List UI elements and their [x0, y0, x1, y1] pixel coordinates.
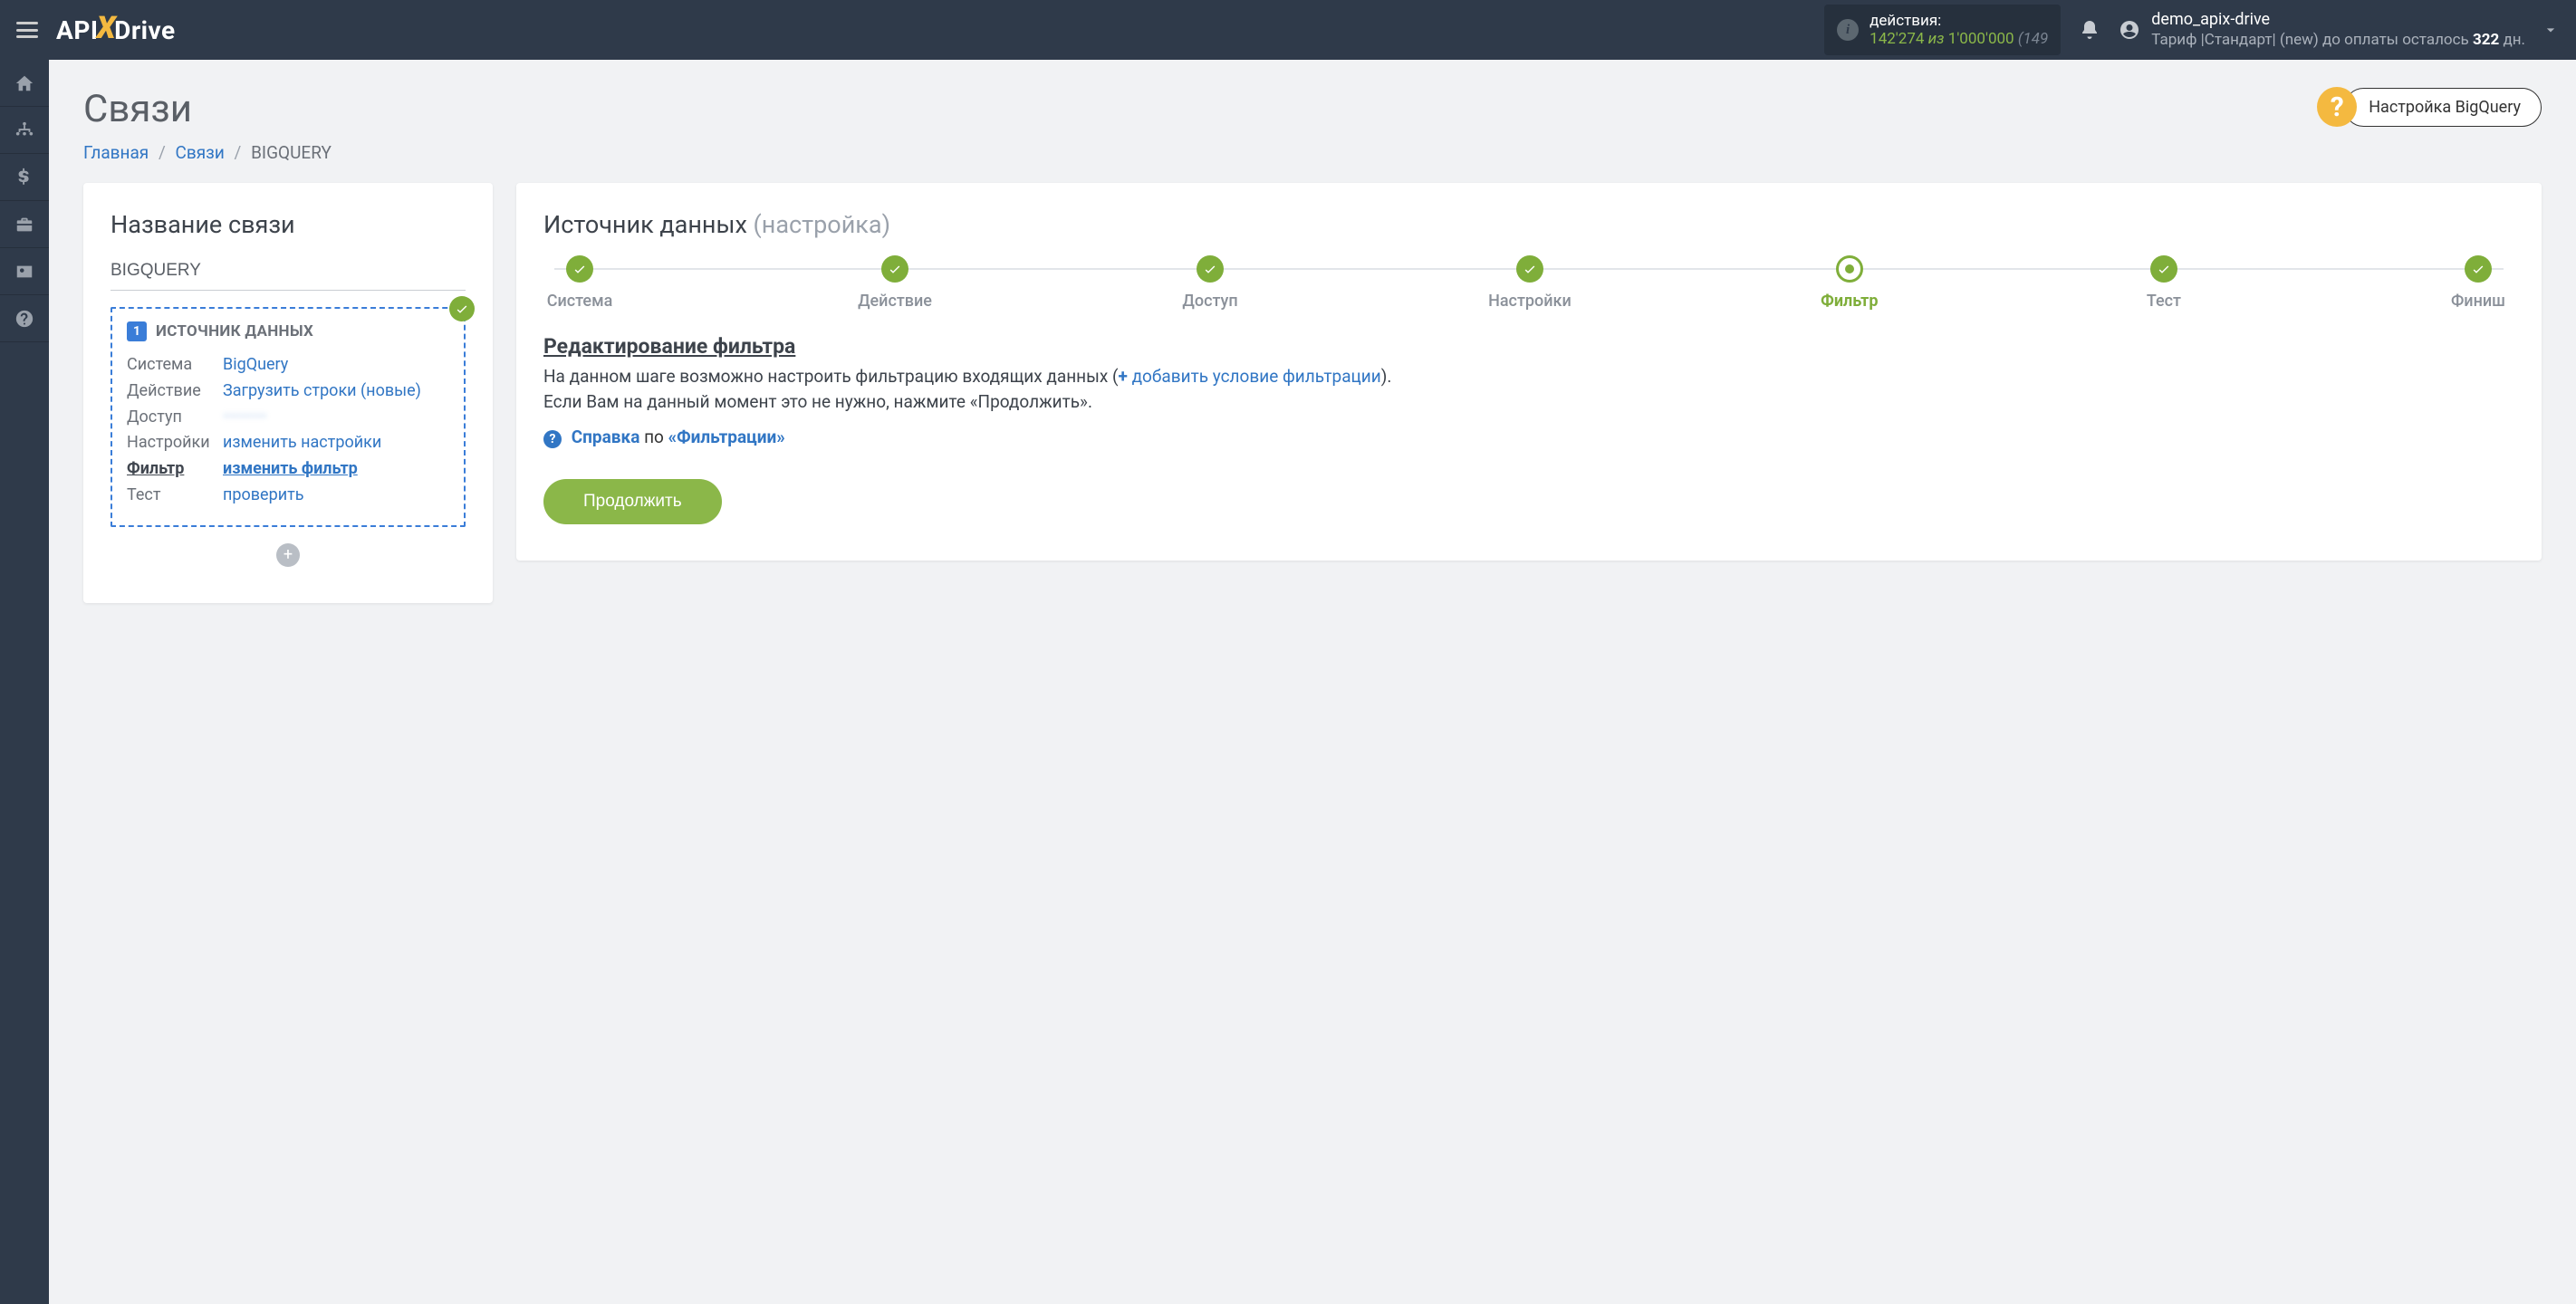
- kv-key: Система: [127, 352, 223, 379]
- user-menu[interactable]: demo_apix-drive Тариф |Стандарт| (new) д…: [2119, 10, 2560, 50]
- kv-val[interactable]: ••••••••: [223, 405, 267, 431]
- kv-row: Тестпроверить: [127, 483, 449, 509]
- step-Финиш[interactable]: Финиш: [2442, 255, 2514, 311]
- step-Настройки[interactable]: Настройки: [1488, 255, 1572, 311]
- topbar: APIXDrive i действия: 142'274 из 1'000'0…: [0, 0, 2576, 60]
- source-number: 1: [127, 321, 147, 341]
- source-config-card: Источник данных (настройка) Система Дейст…: [516, 183, 2542, 561]
- kv-val[interactable]: Загрузить строки (новые): [223, 379, 421, 405]
- step-dot: [881, 255, 908, 283]
- kv-val[interactable]: изменить настройки: [223, 430, 381, 456]
- question-icon: ?: [543, 430, 562, 448]
- source-config-title: Источник данных (настройка): [543, 210, 2514, 239]
- breadcrumb-links[interactable]: Связи: [176, 142, 225, 163]
- actions-total: 1'000'000: [1948, 30, 2014, 48]
- help-link[interactable]: Справка: [572, 427, 640, 447]
- main-content: Связи ? Настройка BigQuery Главная / Свя…: [49, 60, 2576, 1304]
- step-dot: [2150, 255, 2177, 283]
- kv-key: Доступ: [127, 405, 223, 431]
- sidebar-billing[interactable]: [0, 154, 49, 201]
- info-icon: i: [1837, 19, 1859, 41]
- help-icon: ?: [2317, 87, 2357, 127]
- sidebar-briefcase[interactable]: [0, 201, 49, 248]
- connection-name-input[interactable]: [111, 255, 466, 291]
- kv-key: Фильтр: [127, 456, 223, 483]
- breadcrumb-current: BIGQUERY: [251, 142, 332, 163]
- bell-icon[interactable]: [2079, 19, 2100, 41]
- sidebar: [0, 60, 49, 1304]
- user-plan: Тариф |Стандарт| (new) до оплаты осталос…: [2151, 31, 2525, 50]
- continue-button[interactable]: Продолжить: [543, 479, 722, 524]
- step-label: Тест: [2147, 292, 2181, 311]
- step-Система[interactable]: Система: [543, 255, 616, 311]
- kv-row: ДействиеЗагрузить строки (новые): [127, 379, 449, 405]
- sidebar-help[interactable]: [0, 295, 49, 342]
- help-topic-link[interactable]: «Фильтрации»: [668, 427, 785, 447]
- add-step-button[interactable]: +: [276, 543, 300, 567]
- step-dot: [1197, 255, 1224, 283]
- breadcrumb-home[interactable]: Главная: [83, 142, 149, 163]
- step-label: Доступ: [1182, 292, 1237, 311]
- kv-row: Фильтризменить фильтр: [127, 456, 449, 483]
- step-label: Действие: [858, 292, 932, 311]
- step-dot: [2465, 255, 2492, 283]
- step-label: Настройки: [1488, 292, 1572, 311]
- connection-title: Название связи: [111, 210, 466, 239]
- kv-key: Настройки: [127, 430, 223, 456]
- kv-key: Тест: [127, 483, 223, 509]
- step-dot: [1836, 255, 1863, 283]
- connection-card: Название связи 1 ИСТОЧНИК ДАННЫХ Система…: [83, 183, 493, 603]
- filter-description: На данном шаге возможно настроить фильтр…: [543, 364, 2514, 414]
- stepper: Система Действие Доступ Настройки Фильтр Тест…: [543, 255, 2514, 311]
- step-Фильтр[interactable]: Фильтр: [1813, 255, 1886, 311]
- kv-val[interactable]: изменить фильтр: [223, 456, 358, 483]
- filter-heading: Редактирование фильтра: [543, 334, 2514, 359]
- step-Тест[interactable]: Тест: [2128, 255, 2200, 311]
- actions-tail: (149: [2018, 30, 2048, 48]
- kv-val[interactable]: проверить: [223, 483, 304, 509]
- check-icon: [449, 296, 475, 321]
- sidebar-home[interactable]: [0, 60, 49, 107]
- kv-val[interactable]: BigQuery: [223, 352, 288, 379]
- help-button[interactable]: ? Настройка BigQuery: [2317, 87, 2542, 127]
- page-title: Связи: [83, 87, 192, 131]
- actions-iz: из: [1928, 30, 1945, 48]
- kv-row: СистемаBigQuery: [127, 352, 449, 379]
- step-Доступ[interactable]: Доступ: [1174, 255, 1246, 311]
- step-label: Финиш: [2451, 292, 2505, 311]
- chevron-down-icon[interactable]: [2542, 21, 2560, 39]
- kv-key: Действие: [127, 379, 223, 405]
- source-head-label: ИСТОЧНИК ДАННЫХ: [156, 322, 313, 340]
- source-box: 1 ИСТОЧНИК ДАННЫХ СистемаBigQueryДействи…: [111, 307, 466, 527]
- kv-row: Настройкиизменить настройки: [127, 430, 449, 456]
- help-line: ? Справка по «Фильтрации»: [543, 427, 2514, 448]
- user-icon: [2119, 19, 2140, 41]
- logo[interactable]: APIXDrive: [56, 12, 176, 48]
- menu-toggle[interactable]: [16, 22, 38, 38]
- breadcrumb: Главная / Связи / BIGQUERY: [83, 142, 2542, 163]
- help-button-label: Настройка BigQuery: [2344, 88, 2542, 127]
- sidebar-contacts[interactable]: [0, 248, 49, 295]
- actions-used: 142'274: [1870, 30, 1924, 48]
- step-dot: [1516, 255, 1543, 283]
- actions-label: действия:: [1870, 12, 2048, 30]
- add-filter-link[interactable]: добавить условие фильтрации: [1132, 366, 1381, 387]
- actions-counter: i действия: 142'274 из 1'000'000 (149: [1824, 5, 2061, 56]
- step-label: Система: [547, 292, 613, 311]
- sidebar-connections[interactable]: [0, 107, 49, 154]
- user-name: demo_apix-drive: [2151, 10, 2525, 31]
- step-dot: [566, 255, 593, 283]
- step-Действие[interactable]: Действие: [858, 255, 932, 311]
- kv-row: Доступ••••••••: [127, 405, 449, 431]
- step-label: Фильтр: [1821, 292, 1878, 311]
